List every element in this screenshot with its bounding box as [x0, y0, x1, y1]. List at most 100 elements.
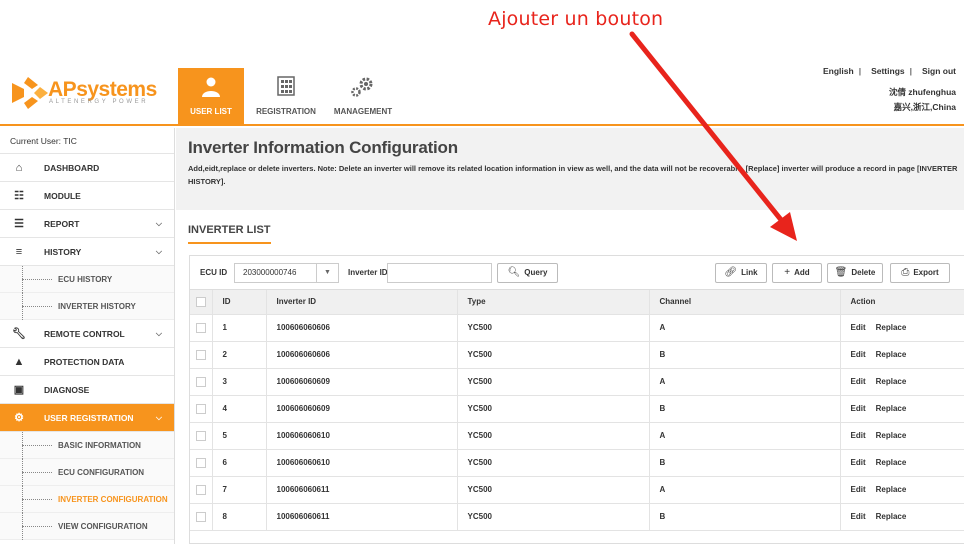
row-checkbox[interactable]: [190, 395, 213, 423]
gears-icon: [351, 77, 373, 97]
sidebar-sub-ecu-configuration[interactable]: ECU CONFIGURATION: [0, 459, 174, 486]
home-icon: ⌂: [15, 162, 23, 174]
database-icon: ≡: [15, 246, 23, 258]
replace-link[interactable]: Replace: [876, 512, 907, 521]
table-row: 1 100606060606 YC500 A Edit Replace: [190, 314, 964, 342]
table-row: 5 100606060610 YC500 A Edit Replace: [190, 422, 964, 450]
cell-channel: B: [649, 395, 841, 423]
sidebar-item-history[interactable]: ≡ HISTORY ⌵: [0, 238, 174, 266]
logo-icon: [12, 77, 48, 109]
wrench-icon: 🔧︎: [12, 328, 26, 340]
edit-link[interactable]: Edit: [851, 323, 866, 332]
cell-action: Edit Replace: [840, 341, 964, 369]
sidebar-sub-inverter-history[interactable]: INVERTER HISTORY: [0, 293, 174, 320]
sidebar-sub-view-configuration[interactable]: VIEW CONFIGURATION: [0, 513, 174, 540]
table-header-row: ID Inverter ID Type Channel Action: [190, 290, 964, 315]
query-button[interactable]: 🔍︎ Query: [497, 263, 558, 283]
sidebar: Current User: TIC ⌂ DASHBOARD ☷ MODULE ☰ RE…: [0, 128, 175, 544]
cell-id: 8: [212, 503, 267, 531]
signout-link[interactable]: Sign out: [922, 66, 956, 76]
delete-button[interactable]: 🗑︎ Delete: [827, 263, 883, 283]
brand-tagline: ALTENERGY POWER: [49, 99, 149, 105]
replace-link[interactable]: Replace: [876, 458, 907, 467]
cell-type: YC500: [457, 476, 650, 504]
replace-link[interactable]: Replace: [876, 323, 907, 332]
row-checkbox[interactable]: [190, 422, 213, 450]
page-description: Add,eidt,replace or delete inverters. No…: [188, 164, 958, 186]
cell-inverter-id: 100606060606: [266, 314, 458, 342]
inverter-list-panel: ECU ID 203000000746 ▼ Inverter ID 🔍︎ Quer…: [189, 255, 964, 544]
sidebar-sub-basic-information[interactable]: BASIC INFORMATION: [0, 432, 174, 459]
cell-channel: A: [649, 476, 841, 504]
column-header[interactable]: Type: [457, 290, 650, 315]
settings-link[interactable]: Settings: [871, 66, 905, 76]
sidebar-item-protection-data[interactable]: ▲ PROTECTION DATA: [0, 348, 174, 376]
edit-link[interactable]: Edit: [851, 350, 866, 359]
replace-link[interactable]: Replace: [876, 404, 907, 413]
tab-user-list[interactable]: USER LIST: [178, 68, 244, 124]
sidebar-sub-ecu-history[interactable]: ECU HISTORY: [0, 266, 174, 293]
table-row: 7 100606060611 YC500 A Edit Replace: [190, 476, 964, 504]
column-header[interactable]: ID: [212, 290, 267, 315]
edit-link[interactable]: Edit: [851, 431, 866, 440]
replace-link[interactable]: Replace: [876, 377, 907, 386]
replace-link[interactable]: Replace: [876, 431, 907, 440]
grid-icon: ☷: [14, 190, 24, 202]
sidebar-item-user-registration[interactable]: ⚙ USER REGISTRATION ⌵: [0, 404, 174, 432]
row-checkbox[interactable]: [190, 341, 213, 369]
tab-management[interactable]: MANAGEMENT: [328, 68, 398, 124]
cell-action: Edit Replace: [840, 314, 964, 342]
edit-link[interactable]: Edit: [851, 512, 866, 521]
row-checkbox[interactable]: [190, 368, 213, 396]
cell-inverter-id: 100606060609: [266, 395, 458, 423]
cell-type: YC500: [457, 314, 650, 342]
sidebar-item-remote-control[interactable]: 🔧︎ REMOTE CONTROL ⌵: [0, 320, 174, 348]
sidebar-item-dashboard[interactable]: ⌂ DASHBOARD: [0, 154, 174, 182]
row-checkbox[interactable]: [190, 314, 213, 342]
row-checkbox[interactable]: [190, 476, 213, 504]
column-header: Action: [840, 290, 964, 315]
edit-link[interactable]: Edit: [851, 458, 866, 467]
table-row: 3 100606060609 YC500 A Edit Replace: [190, 368, 964, 396]
table-row: 6 100606060610 YC500 B Edit Replace: [190, 449, 964, 477]
column-header[interactable]: Inverter ID: [266, 290, 458, 315]
export-button[interactable]: ⎙ Export: [890, 263, 950, 283]
table-row: 2 100606060606 YC500 B Edit Replace: [190, 341, 964, 369]
cell-action: Edit Replace: [840, 422, 964, 450]
language-link[interactable]: English: [823, 66, 854, 76]
sidebar-item-diagnose[interactable]: ▣ DIAGNOSE: [0, 376, 174, 404]
cell-channel: B: [649, 449, 841, 477]
user-menu: English | Settings | Sign out 沈倩 zhufenghua …: [818, 66, 956, 113]
column-header[interactable]: Channel: [649, 290, 841, 315]
replace-link[interactable]: Replace: [876, 350, 907, 359]
chevron-down-icon: ⌵: [155, 329, 162, 338]
warning-icon: ▲: [13, 356, 25, 368]
row-checkbox[interactable]: [190, 449, 213, 477]
tab-registration[interactable]: REGISTRATION: [250, 68, 322, 124]
inverter-id-input[interactable]: [387, 263, 492, 283]
table-row: 8 100606060611 YC500 B Edit Replace: [190, 503, 964, 531]
tab-label: USER LIST: [190, 107, 232, 116]
select-all-checkbox[interactable]: [190, 290, 213, 315]
edit-link[interactable]: Edit: [851, 404, 866, 413]
edit-link[interactable]: Edit: [851, 485, 866, 494]
tab-label: MANAGEMENT: [333, 107, 393, 116]
toolbox-icon: ▣: [13, 384, 25, 396]
replace-link[interactable]: Replace: [876, 485, 907, 494]
cell-action: Edit Replace: [840, 476, 964, 504]
ecu-id-select[interactable]: 203000000746 ▼: [234, 263, 339, 283]
sidebar-item-module[interactable]: ☷ MODULE: [0, 182, 174, 210]
page-header: Inverter Information Configuration Add,e…: [176, 128, 964, 210]
link-button[interactable]: 🔗︎ Link: [715, 263, 767, 283]
cell-type: YC500: [457, 341, 650, 369]
sidebar-sub-inverter-configuration[interactable]: INVERTER CONFIGURATION: [0, 486, 174, 513]
sidebar-item-report[interactable]: ☰ REPORT ⌵: [0, 210, 174, 238]
annotation-text: Ajouter un bouton: [488, 8, 664, 30]
add-button[interactable]: + Add: [772, 263, 822, 283]
calculator-icon: [277, 76, 295, 96]
cell-inverter-id: 100606060611: [266, 503, 458, 531]
cell-id: 2: [212, 341, 267, 369]
user-icon: [202, 77, 220, 97]
edit-link[interactable]: Edit: [851, 377, 866, 386]
row-checkbox[interactable]: [190, 503, 213, 531]
